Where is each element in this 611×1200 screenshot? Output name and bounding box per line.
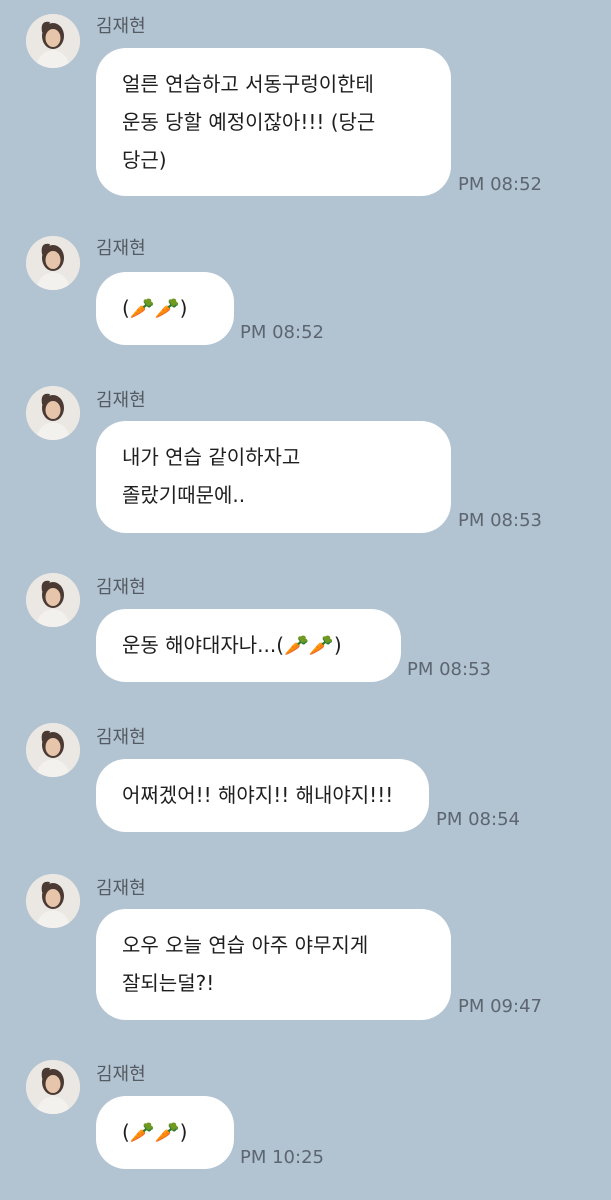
profile-photo-icon bbox=[26, 386, 80, 440]
sender-name: 김재현 bbox=[96, 727, 146, 748]
avatar[interactable] bbox=[26, 236, 80, 290]
message-timestamp: PM 10:25 bbox=[240, 1147, 324, 1168]
avatar[interactable] bbox=[26, 386, 80, 440]
message-bubble[interactable]: (🥕🥕) bbox=[96, 1096, 234, 1169]
profile-photo-icon bbox=[26, 723, 80, 777]
message-timestamp: PM 08:52 bbox=[240, 322, 324, 343]
message-bubble[interactable]: 내가 연습 같이하자고 졸랐기때문에.. bbox=[96, 421, 451, 533]
profile-photo-icon bbox=[26, 14, 80, 68]
message-timestamp: PM 08:53 bbox=[458, 510, 542, 531]
sender-name: 김재현 bbox=[96, 238, 146, 259]
profile-photo-icon bbox=[26, 874, 80, 928]
profile-photo-icon bbox=[26, 1060, 80, 1114]
message-timestamp: PM 08:52 bbox=[458, 174, 542, 195]
message-bubble[interactable]: (🥕🥕) bbox=[96, 272, 234, 345]
message-bubble[interactable]: 오우 오늘 연습 아주 야무지게 잘되는덜?! bbox=[96, 909, 451, 1020]
message-bubble[interactable]: 얼른 연습하고 서동구렁이한테 운동 당할 예정이잖아!!! (당근 당근) bbox=[96, 48, 451, 196]
sender-name: 김재현 bbox=[96, 1064, 146, 1085]
avatar[interactable] bbox=[26, 723, 80, 777]
chat-message-list[interactable]: 김재현 얼른 연습하고 서동구렁이한테 운동 당할 예정이잖아!!! (당근 당… bbox=[0, 0, 611, 1200]
avatar[interactable] bbox=[26, 14, 80, 68]
profile-photo-icon bbox=[26, 236, 80, 290]
sender-name: 김재현 bbox=[96, 390, 146, 411]
avatar[interactable] bbox=[26, 1060, 80, 1114]
avatar[interactable] bbox=[26, 573, 80, 627]
message-bubble[interactable]: 어쩌겠어!! 해야지!! 해내야지!!! bbox=[96, 759, 429, 832]
message-bubble[interactable]: 운동 해야대자나...(🥕🥕) bbox=[96, 609, 401, 682]
message-timestamp: PM 09:47 bbox=[458, 996, 542, 1017]
profile-photo-icon bbox=[26, 573, 80, 627]
message-timestamp: PM 08:53 bbox=[407, 659, 491, 680]
sender-name: 김재현 bbox=[96, 878, 146, 899]
message-timestamp: PM 08:54 bbox=[436, 809, 520, 830]
avatar[interactable] bbox=[26, 874, 80, 928]
sender-name: 김재현 bbox=[96, 577, 146, 598]
sender-name: 김재현 bbox=[96, 16, 146, 37]
